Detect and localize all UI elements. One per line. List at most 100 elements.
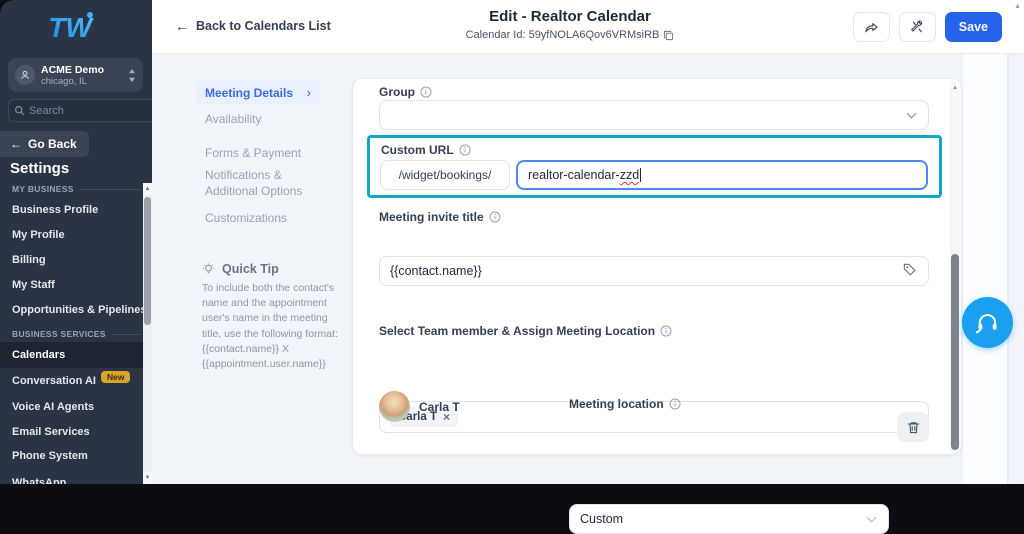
delete-member-button[interactable] [897, 412, 929, 442]
card-scrollbar[interactable]: ▲ ▼ [950, 82, 960, 451]
sidebar-item-business-profile[interactable]: Business Profile [12, 204, 98, 216]
new-badge: New [100, 371, 131, 383]
sidebar-item-whatsapp[interactable]: WhatsApp [12, 477, 66, 484]
scroll-down-arrow[interactable]: ▼ [143, 472, 152, 484]
section-my-business: MY BUSINESS [12, 184, 140, 194]
sidebar-item-conversation-ai[interactable]: Conversation AI New [12, 371, 131, 387]
back-arrow-icon: ← [175, 18, 189, 34]
search-icon [15, 106, 25, 116]
section-label: BUSINESS SERVICES [12, 329, 106, 339]
sidebar-item-my-profile[interactable]: My Profile [12, 229, 65, 241]
app-logo: TW [0, 6, 143, 49]
go-back-button[interactable]: ← Go Back [0, 131, 89, 157]
custom-url-highlight-box: Custom URL /widget/bookings/ realtor-cal… [367, 135, 942, 198]
troubleshoot-button[interactable] [898, 12, 936, 42]
header-actions: Save [852, 12, 1002, 42]
quick-tip-text: To include both the contact's name and t… [202, 282, 338, 371]
share-icon [865, 22, 878, 32]
sidebar-item-calendars[interactable]: Calendars [0, 342, 143, 368]
scroll-up-arrow[interactable]: ▲ [143, 183, 152, 195]
group-label: Group [379, 85, 432, 99]
scroll-up-arrow[interactable]: ▲ [950, 85, 960, 91]
section-divider [111, 333, 140, 335]
url-value-typo: zzd [619, 168, 640, 182]
tab-label: Meeting Details [205, 85, 294, 100]
text-caret [640, 168, 642, 182]
section-business-services: BUSINESS SERVICES [12, 329, 140, 339]
meeting-details-card: Group Custom URL /widget/bookings/ realt… [352, 78, 962, 534]
sidebar-item-voice-ai-agents[interactable]: Voice AI Agents [12, 401, 94, 413]
member-avatar [379, 391, 410, 422]
sidebar-search-row: ctrlK [8, 99, 152, 122]
info-icon[interactable] [420, 86, 432, 98]
headset-icon [975, 314, 997, 334]
scroll-down-arrow[interactable]: ▼ [950, 442, 960, 448]
go-back-label: Go Back [28, 137, 77, 151]
invite-title-input[interactable]: {{contact.name}} [379, 256, 929, 286]
main-area: ▲ ← Back to Calendars List Edit - Realto… [152, 0, 1024, 534]
back-arrow-icon: ← [10, 137, 22, 151]
info-icon[interactable] [459, 144, 471, 156]
copy-icon[interactable] [663, 30, 674, 41]
label-text: Meeting location [569, 397, 664, 411]
calendar-id-text: Calendar Id: 59yfNOLA6Qov6VRMsiRB [465, 29, 660, 41]
label-text: Meeting invite title [379, 210, 484, 224]
share-button[interactable] [852, 12, 890, 42]
section-label: MY BUSINESS [12, 184, 74, 194]
tab-notifications-options[interactable]: Notifications & Additional Options [205, 168, 321, 199]
member-name: Carla T [419, 400, 460, 414]
trash-icon [907, 421, 919, 433]
sidebar-item-opportunities-pipelines[interactable]: Opportunities & Pipelines [12, 304, 146, 316]
custom-url-label: Custom URL [381, 143, 471, 157]
sidebar-item-email-services[interactable]: Email Services [12, 426, 90, 438]
account-sort-chevrons-icon [129, 68, 135, 82]
info-icon[interactable] [660, 325, 672, 337]
chevron-right-icon: › [306, 85, 311, 100]
team-member-label: Select Team member & Assign Meeting Loca… [379, 324, 672, 338]
group-select[interactable] [379, 100, 929, 130]
sidebar-item-label: Conversation AI [12, 375, 96, 387]
scrollbar-thumb[interactable] [951, 254, 959, 450]
lightbulb-icon [202, 263, 215, 273]
scrollbar-thumb[interactable] [144, 197, 151, 325]
quick-tip-title: Quick Tip [222, 262, 279, 276]
sidebar-item-billing[interactable]: Billing [12, 254, 46, 266]
tab-meeting-details[interactable]: Meeting Details › [196, 80, 320, 105]
account-switcher[interactable]: ACME Demo chicago, IL [8, 58, 143, 92]
back-to-calendars-link[interactable]: ← Back to Calendars List [175, 18, 331, 34]
tag-icon[interactable] [902, 262, 917, 280]
page-header: ← Back to Calendars List Edit - Realtor … [152, 0, 1024, 54]
back-link-label: Back to Calendars List [196, 19, 331, 33]
section-divider [79, 188, 140, 190]
scroll-gutter [963, 54, 1007, 484]
search-box[interactable]: ctrlK [8, 99, 152, 122]
account-info: ACME Demo chicago, IL [41, 64, 128, 87]
location-value: Custom [580, 512, 624, 526]
invite-title-label: Meeting invite title [379, 210, 501, 224]
tab-customizations[interactable]: Customizations [205, 211, 287, 227]
meeting-location-label: Meeting location [569, 397, 681, 411]
svg-text:TW: TW [48, 12, 94, 43]
info-icon[interactable] [489, 211, 501, 223]
logo-icon: TW [48, 12, 94, 43]
search-input[interactable] [29, 104, 152, 117]
tab-availability[interactable]: Availability [205, 112, 261, 128]
sidebar-item-phone-system[interactable]: Phone System [12, 450, 88, 462]
page-scroll-up-arrow[interactable]: ▲ [1014, 3, 1021, 10]
tools-icon [911, 20, 923, 33]
info-icon[interactable] [669, 398, 681, 410]
custom-url-input[interactable]: realtor-calendar-zzd [516, 160, 928, 190]
tab-forms-payment[interactable]: Forms & Payment [205, 146, 301, 162]
sidebar-item-my-staff[interactable]: My Staff [12, 279, 55, 291]
label-text: Group [379, 85, 415, 99]
sidebar-item-label: Calendars [12, 349, 66, 361]
account-avatar-icon [15, 65, 35, 85]
quick-tip-header: Quick Tip [202, 262, 279, 276]
meeting-location-select[interactable]: Custom [569, 504, 889, 534]
account-name: ACME Demo [41, 63, 105, 76]
sidebar: TW ACME Demo chicago, IL ctrlK ← Go Back… [0, 0, 152, 484]
label-text: Custom URL [381, 143, 454, 157]
support-button[interactable] [962, 297, 1013, 348]
sidebar-scrollbar[interactable]: ▲ ▼ [143, 183, 152, 484]
save-button[interactable]: Save [944, 12, 1002, 42]
